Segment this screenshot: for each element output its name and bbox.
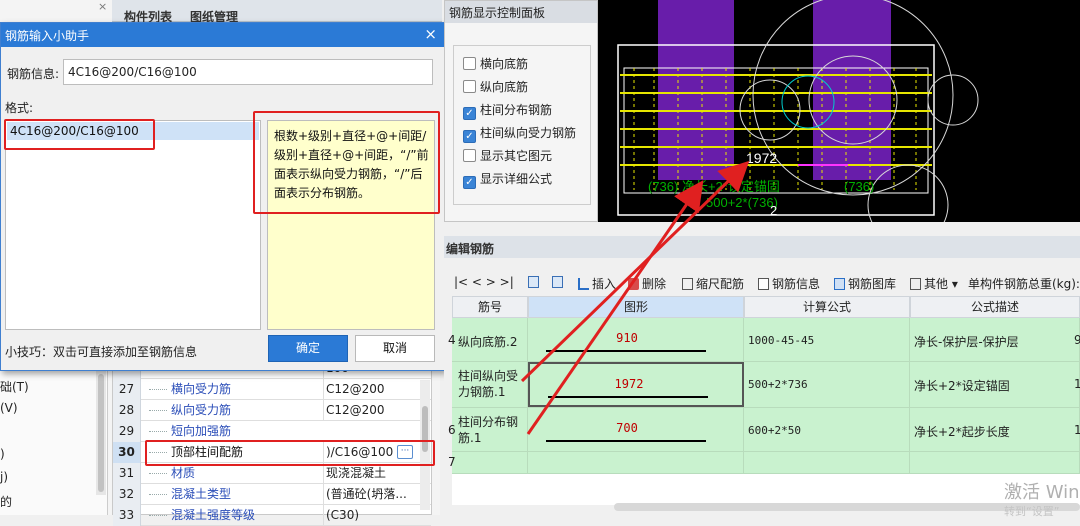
annotation-arrows [520,160,750,435]
tree-line [149,515,167,516]
activation-watermark: 激活 Win [1004,482,1080,503]
arrow-to-cad-label [520,160,750,383]
arrow-to-cad-bar [526,180,704,435]
activation-watermark-sub: 转到“设置” [1004,505,1060,518]
